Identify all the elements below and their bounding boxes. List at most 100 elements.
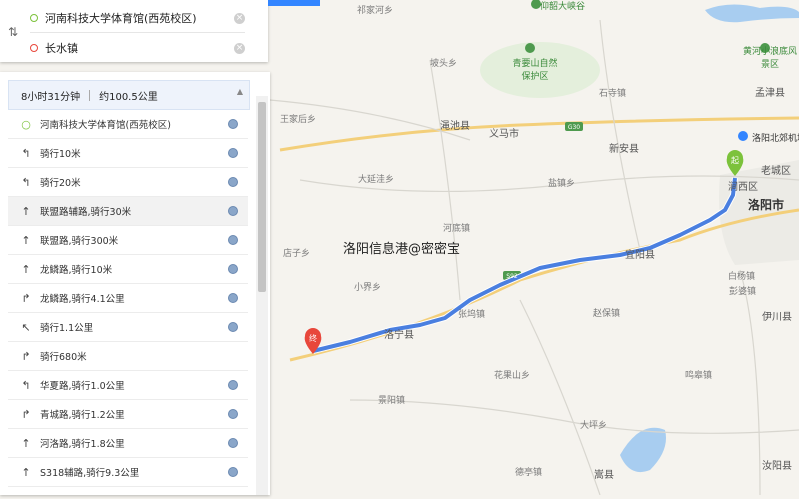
locate-icon[interactable] — [228, 438, 238, 448]
poi-label[interactable]: 仰韶大峡谷 — [540, 0, 585, 12]
county-label[interactable]: 义马市 — [489, 125, 519, 140]
turn-right-icon: ↱ — [21, 407, 31, 421]
route-step-text: 骑行1.1公里 — [40, 323, 94, 334]
town-label[interactable]: 白杨镇 — [728, 269, 755, 282]
town-label[interactable]: 祁家河乡 — [357, 3, 393, 16]
scrollbar[interactable] — [256, 96, 268, 495]
route-step[interactable]: ↱ 青城路,骑行1.2公里 — [8, 400, 248, 429]
straight-icon: ↑ — [21, 204, 31, 218]
locate-icon[interactable] — [228, 380, 238, 390]
locate-icon[interactable] — [228, 206, 238, 216]
search-button[interactable] — [268, 0, 320, 6]
field-divider — [30, 32, 245, 33]
shield-g30-text: G30 — [568, 124, 580, 131]
swap-icon[interactable]: ⇅ — [8, 25, 18, 39]
route-step-text: 骑行680米 — [40, 352, 87, 363]
slight-left-icon: ↖ — [21, 320, 31, 334]
town-label[interactable]: 店子乡 — [283, 246, 310, 259]
county-label[interactable]: 新安县 — [609, 140, 639, 155]
county-label[interactable]: 涧西区 — [728, 178, 758, 193]
town-label[interactable]: 大延洼乡 — [358, 172, 394, 185]
town-label[interactable]: 小界乡 — [354, 280, 381, 293]
county-label[interactable]: 老城区 — [761, 162, 791, 177]
town-label[interactable]: 赵保镇 — [593, 306, 620, 319]
county-label[interactable]: 伊川县 — [762, 308, 792, 323]
start-dot-icon — [30, 14, 38, 22]
county-label[interactable]: 嵩县 — [594, 466, 614, 481]
poi-label[interactable]: 黄河小浪底风景区 — [740, 44, 799, 70]
route-step[interactable]: ↑ 联盟路,骑行300米 — [8, 226, 248, 255]
route-search-box: 河南科技大学体育馆(西苑校区) × 长水镇 × ⇅ — [0, 0, 268, 62]
summary-separator — [89, 89, 91, 101]
town-label[interactable]: 彭婆镇 — [729, 284, 756, 297]
turn-left-icon: ↰ — [21, 378, 31, 392]
town-label[interactable]: 大坪乡 — [580, 418, 607, 431]
county-label[interactable]: 渑池县 — [440, 117, 470, 132]
turn-left-icon: ↰ — [21, 175, 31, 189]
turn-right-icon: ↱ — [21, 291, 31, 305]
airport-icon — [738, 131, 748, 141]
locate-icon[interactable] — [228, 293, 238, 303]
start-field[interactable]: 河南科技大学体育馆(西苑校区) × — [30, 6, 245, 30]
turn-right-icon: ↱ — [21, 349, 31, 363]
locate-icon[interactable] — [228, 235, 238, 245]
clear-start-icon[interactable]: × — [234, 12, 245, 24]
route-step[interactable]: ↰ 骑行20米 — [8, 168, 248, 197]
route-step-text: 联盟路,骑行300米 — [40, 236, 119, 247]
county-label[interactable]: 宜阳县 — [625, 246, 655, 261]
route-step[interactable]: ○ 河南科技大学体育馆(西苑校区) — [8, 110, 248, 139]
town-label[interactable]: 鸣皋镇 — [685, 368, 712, 381]
route-step-text: 联盟路辅路,骑行30米 — [40, 207, 132, 218]
route-step[interactable]: ↰ 华夏路,骑行1.0公里 — [8, 371, 248, 400]
route-step-text: 骑行20米 — [40, 178, 81, 189]
town-label[interactable]: 景阳镇 — [378, 393, 405, 406]
scrollbar-thumb[interactable] — [258, 102, 266, 292]
poi-label[interactable]: 洛阳北郊机场 — [752, 131, 799, 144]
town-label[interactable]: 王家后乡 — [280, 112, 316, 125]
town-label[interactable]: 张坞镇 — [458, 307, 485, 320]
route-step-text: 河南科技大学体育馆(西苑校区) — [40, 120, 171, 131]
start-field-text[interactable]: 河南科技大学体育馆(西苑校区) — [45, 10, 197, 26]
straight-icon: ↑ — [21, 262, 31, 276]
route-step[interactable]: ↰ 骑行10米 — [8, 139, 248, 168]
end-field[interactable]: 长水镇 × — [30, 36, 245, 60]
route-step[interactable]: ↑ 龙鳞路,骑行10米 — [8, 255, 248, 284]
town-label[interactable]: 德亭镇 — [515, 465, 542, 478]
clear-end-icon[interactable]: × — [234, 42, 245, 54]
city-label[interactable]: 洛阳市 — [748, 196, 784, 213]
town-label[interactable]: 坡头乡 — [430, 56, 457, 69]
county-label[interactable]: 孟津县 — [755, 84, 785, 99]
straight-icon: ↑ — [21, 233, 31, 247]
straight-icon: ↑ — [21, 436, 31, 450]
route-step[interactable]: ↱ 骑行680米 — [8, 342, 248, 371]
county-label[interactable]: 洛宁县 — [384, 326, 414, 341]
town-label[interactable]: 河底镇 — [443, 221, 470, 234]
straight-icon: ↑ — [21, 465, 31, 479]
route-step-text: 河洛路,骑行1.8公里 — [40, 439, 125, 450]
locate-icon[interactable] — [228, 177, 238, 187]
route-step[interactable]: ↑ 河洛路,骑行1.8公里 — [8, 429, 248, 458]
locate-icon[interactable] — [228, 119, 238, 129]
end-dot-icon — [30, 44, 38, 52]
turn-left-icon: ↰ — [21, 146, 31, 160]
start-marker-label: 起 — [731, 156, 739, 165]
route-step[interactable]: ↱ 龙鳞路,骑行4.1公里 — [8, 284, 248, 313]
route-step-text: 华夏路,骑行1.0公里 — [40, 381, 125, 392]
town-label[interactable]: 花果山乡 — [494, 368, 530, 381]
locate-icon[interactable] — [228, 148, 238, 158]
route-step[interactable]: ↑ 联盟路辅路,骑行30米 — [8, 197, 248, 226]
locate-icon[interactable] — [228, 322, 238, 332]
start-dot-icon: ○ — [21, 117, 31, 131]
route-step[interactable]: ↖ 骑行1.1公里 — [8, 313, 248, 342]
route-summary[interactable]: 8小时31分钟 约100.5公里 ▲ — [8, 80, 250, 110]
locate-icon[interactable] — [228, 264, 238, 274]
locate-icon[interactable] — [228, 467, 238, 477]
route-step[interactable]: ↑ S318辅路,骑行9.3公里 — [8, 458, 248, 487]
collapse-icon[interactable]: ▲ — [237, 87, 243, 96]
locate-icon[interactable] — [228, 409, 238, 419]
town-label[interactable]: 盐镇乡 — [548, 176, 575, 189]
county-label[interactable]: 汝阳县 — [762, 457, 792, 472]
town-label[interactable]: 石寺镇 — [599, 86, 626, 99]
poi-label[interactable]: 青要山自然保护区 — [512, 56, 558, 82]
end-field-text[interactable]: 长水镇 — [45, 40, 78, 56]
